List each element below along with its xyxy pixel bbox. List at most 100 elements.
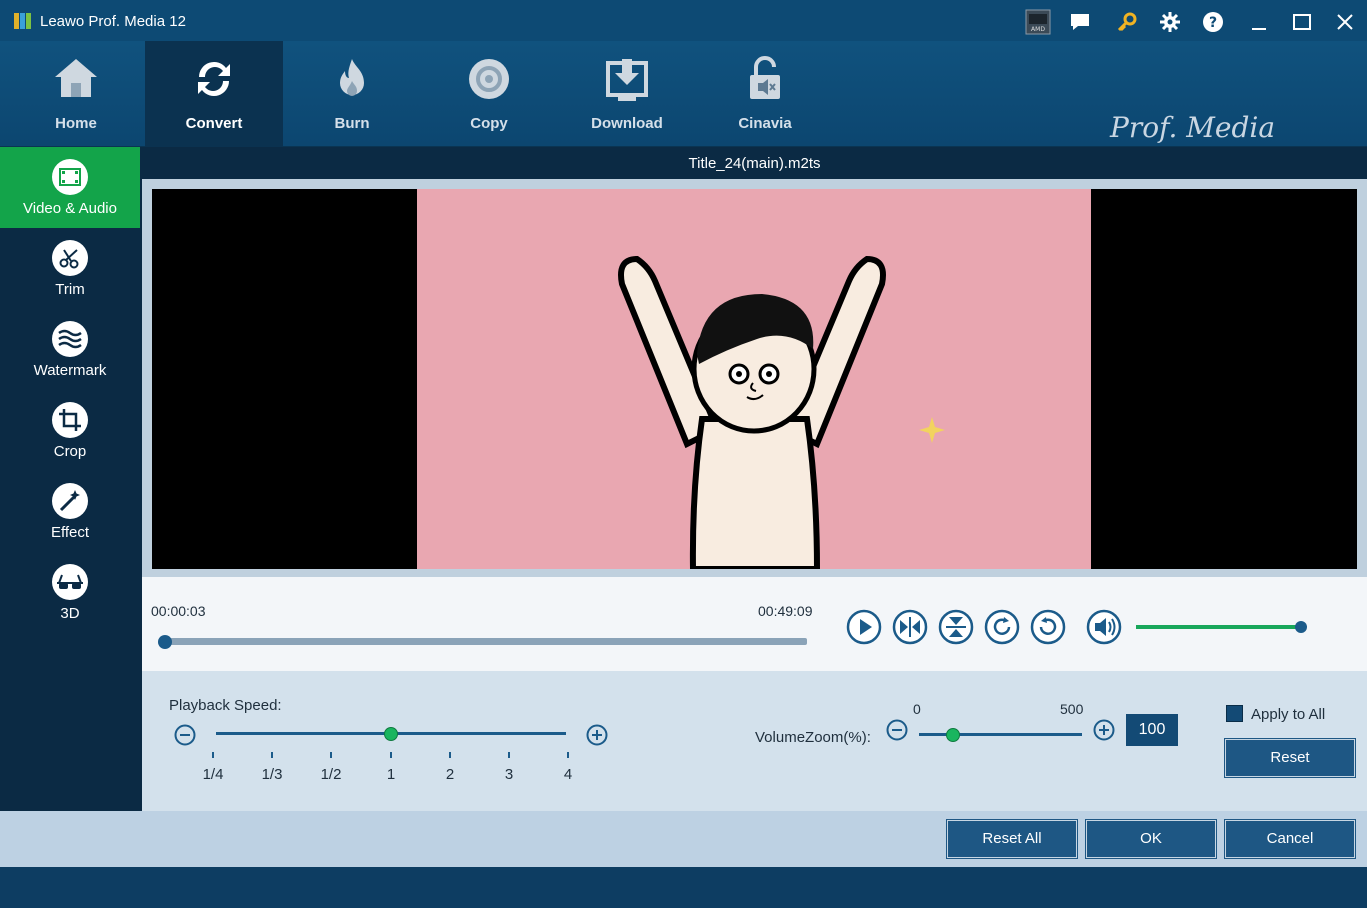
video-audio-settings: Playback Speed: 1/4 1/3 1/2 1 2 3 4 Volu… — [142, 671, 1367, 811]
help-icon[interactable]: ? — [1199, 8, 1227, 36]
seek-handle[interactable] — [158, 635, 172, 649]
speed-tick-label: 1/2 — [320, 766, 342, 783]
volume-zoom-min: 0 — [913, 701, 921, 717]
minimize-icon[interactable] — [1245, 8, 1273, 36]
settings-icon[interactable] — [1156, 8, 1184, 36]
speed-tick-label: 3 — [504, 766, 514, 783]
seek-bar[interactable] — [164, 638, 807, 645]
sidebar-item-label: Watermark — [33, 362, 107, 379]
download-icon — [606, 59, 648, 101]
current-time: 00:00:03 — [151, 603, 206, 619]
nav-home-label: Home — [55, 115, 97, 132]
flip-vertical-icon[interactable] — [938, 609, 974, 645]
total-time: 00:49:09 — [758, 603, 813, 619]
sidebar-item-label: 3D — [60, 605, 80, 622]
speed-decrease-icon[interactable] — [174, 724, 196, 746]
sidebar-item-effect[interactable]: Effect — [0, 471, 140, 552]
apply-to-all-checkbox[interactable] — [1226, 705, 1243, 722]
file-name: Title_24(main).m2ts — [142, 147, 1367, 179]
sidebar-item-label: Video & Audio — [23, 200, 117, 217]
speed-tick — [567, 752, 569, 758]
status-bar — [0, 867, 1367, 908]
key-icon[interactable] — [1113, 8, 1141, 36]
nav-download[interactable]: Download — [558, 41, 696, 147]
speed-increase-icon[interactable] — [586, 724, 608, 746]
title-bar: Leawo Prof. Media 12 AMD ? — [0, 0, 1367, 44]
nav-burn[interactable]: Burn — [283, 41, 421, 147]
sidebar-item-crop[interactable]: Crop — [0, 390, 140, 471]
nav-burn-label: Burn — [334, 115, 370, 132]
3d-glasses-icon — [52, 564, 88, 600]
copy-icon — [469, 59, 509, 99]
edit-panel: Title_24(main).m2ts 00:00:03 00:49:09 Pl… — [142, 147, 1367, 811]
reset-all-button[interactable]: Reset All — [946, 819, 1078, 859]
watermark-icon — [52, 321, 88, 357]
speed-tick — [390, 752, 392, 758]
scissors-icon — [52, 240, 88, 276]
app-title: Leawo Prof. Media 12 — [40, 13, 186, 30]
app-logo-icon — [14, 13, 31, 29]
speed-tick-label: 1 — [386, 766, 396, 783]
speed-tick — [449, 752, 451, 758]
volume-slider-track[interactable] — [1136, 625, 1302, 629]
volume-zoom-slider[interactable] — [919, 733, 1082, 736]
video-frame-image — [417, 189, 1091, 569]
sidebar-item-watermark[interactable]: Watermark — [0, 309, 140, 390]
svg-text:?: ? — [1209, 15, 1217, 31]
speed-tick — [271, 752, 273, 758]
apply-to-all-label: Apply to All — [1251, 706, 1326, 723]
home-icon — [55, 59, 97, 97]
cancel-button[interactable]: Cancel — [1224, 819, 1356, 859]
playback-speed-handle[interactable] — [384, 727, 398, 741]
crop-icon — [52, 402, 88, 438]
speed-tick — [508, 752, 510, 758]
feedback-icon[interactable] — [1066, 8, 1094, 36]
nav-convert-label: Convert — [185, 115, 243, 132]
rotate-clockwise-icon[interactable] — [984, 609, 1020, 645]
video-preview[interactable] — [152, 189, 1357, 569]
volume-zoom-increase-icon[interactable] — [1093, 719, 1115, 741]
speed-tick-label: 4 — [563, 766, 573, 783]
convert-icon — [198, 62, 230, 96]
nav-convert[interactable]: Convert — [145, 41, 283, 147]
volume-zoom-decrease-icon[interactable] — [886, 719, 908, 741]
close-icon[interactable] — [1331, 8, 1359, 36]
rotate-counterclockwise-icon[interactable] — [1030, 609, 1066, 645]
sidebar-item-3d[interactable]: 3D — [0, 552, 140, 633]
volume-icon[interactable] — [1086, 609, 1122, 645]
speed-tick — [212, 752, 214, 758]
nav-download-label: Download — [591, 115, 663, 132]
nav-cinavia[interactable]: Cinavia — [696, 41, 834, 147]
ok-button[interactable]: OK — [1085, 819, 1217, 859]
svg-text:AMD: AMD — [1031, 26, 1045, 33]
speed-tick-label: 1/3 — [261, 766, 283, 783]
preview-frame — [142, 179, 1367, 577]
maximize-icon[interactable] — [1288, 8, 1316, 36]
film-icon — [52, 159, 88, 195]
sidebar-item-label: Effect — [50, 524, 90, 541]
dialog-footer: Reset All OK Cancel — [0, 811, 1367, 867]
volume-zoom-handle[interactable] — [946, 728, 960, 742]
sidebar-item-label: Crop — [53, 443, 87, 460]
reset-button[interactable]: Reset — [1224, 738, 1356, 778]
play-icon[interactable] — [846, 609, 882, 645]
sidebar-item-trim[interactable]: Trim — [0, 228, 140, 309]
volume-zoom-label: VolumeZoom(%): — [755, 729, 871, 746]
burn-icon — [340, 59, 364, 96]
speed-tick — [330, 752, 332, 758]
edit-sidebar: Video & Audio Trim Watermark Crop Effect… — [0, 147, 142, 811]
sidebar-item-video-audio[interactable]: Video & Audio — [0, 147, 140, 228]
amd-icon[interactable]: AMD — [1024, 8, 1052, 36]
nav-copy[interactable]: Copy — [420, 41, 558, 147]
cinavia-icon — [750, 56, 780, 99]
nav-home[interactable]: Home — [7, 41, 145, 147]
nav-copy-label: Copy — [470, 115, 508, 132]
volume-zoom-max: 500 — [1060, 701, 1084, 717]
nav-cinavia-label: Cinavia — [738, 115, 792, 132]
volume-slider-handle[interactable] — [1295, 621, 1307, 633]
flip-horizontal-icon[interactable] — [892, 609, 928, 645]
main-nav: Home Convert Burn Copy Download Cinavia … — [0, 41, 1367, 170]
volume-zoom-input[interactable]: 100 — [1126, 714, 1178, 746]
player-controls: 00:00:03 00:49:09 — [142, 577, 1367, 671]
sidebar-item-label: Trim — [55, 281, 85, 298]
